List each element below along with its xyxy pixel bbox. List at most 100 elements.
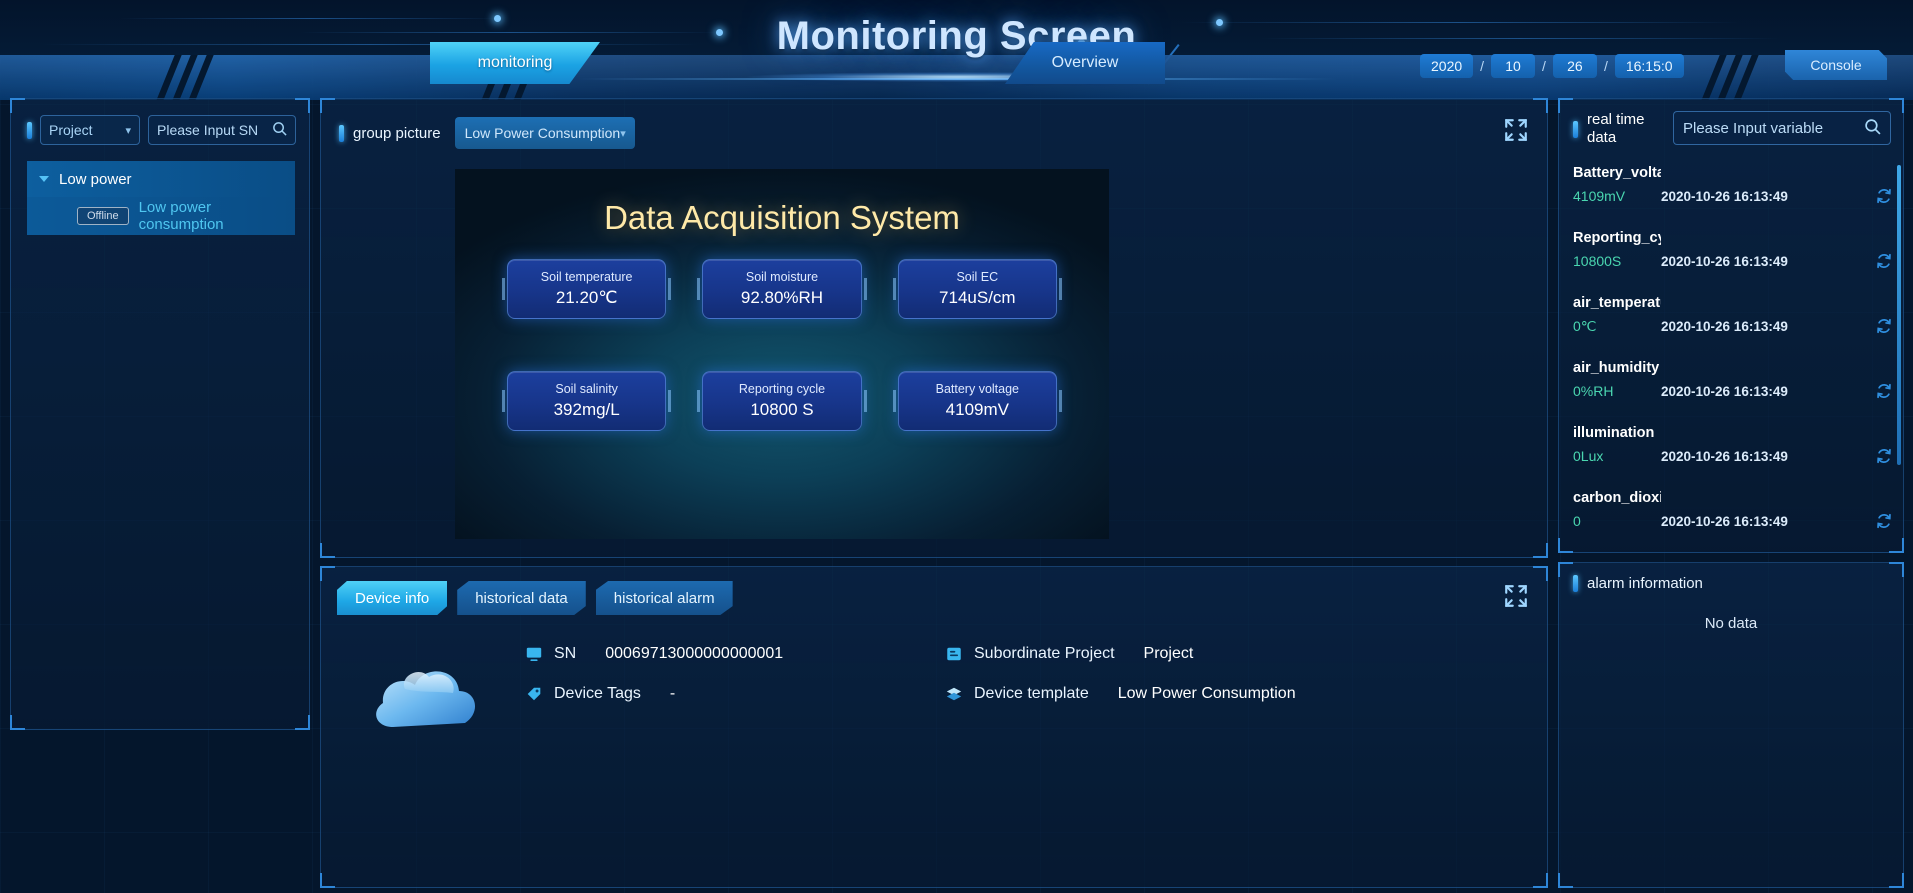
- datetime-month[interactable]: 10: [1491, 54, 1535, 78]
- field-device-tags-value: -: [670, 685, 675, 703]
- metric-card-label: Soil salinity: [555, 382, 618, 396]
- realtime-variable-row[interactable]: illumination 0Lux 2020-10-26 16:13:49: [1573, 425, 1893, 490]
- tab-device-info-label: Device info: [355, 590, 429, 607]
- datetime-year[interactable]: 2020: [1420, 54, 1473, 78]
- chevron-down-icon[interactable]: [39, 176, 49, 182]
- realtime-variable-list: Battery_voltage 4109mV 2020-10-26 16:13:…: [1573, 165, 1893, 546]
- metric-card[interactable]: Reporting cycle 10800 S: [702, 371, 861, 431]
- refresh-icon[interactable]: [1875, 512, 1893, 530]
- chevron-down-icon: ▾: [125, 124, 131, 137]
- realtime-variable-row[interactable]: Battery_voltage 4109mV 2020-10-26 16:13:…: [1573, 165, 1893, 230]
- device-info-tabs: Device info historical data historical a…: [337, 581, 733, 615]
- metric-card[interactable]: Soil temperature 21.20℃: [507, 259, 666, 319]
- search-icon[interactable]: [1864, 118, 1881, 139]
- metric-card-label: Soil temperature: [541, 270, 633, 284]
- group-select-value: Low Power Consumption: [465, 125, 621, 141]
- device-tree: Low power Offline Low power consumption: [27, 161, 295, 235]
- device-info-panel: Device info historical data historical a…: [320, 566, 1548, 888]
- refresh-icon[interactable]: [1875, 252, 1893, 270]
- left-panel-accent: [27, 122, 32, 139]
- project-select[interactable]: Project ▾: [40, 115, 140, 145]
- variable-name: air_temperature: [1573, 295, 1661, 311]
- realtime-variable-row[interactable]: carbon_dioxide 0 2020-10-26 16:13:49: [1573, 490, 1893, 546]
- field-device-tags: Device Tags -: [525, 685, 945, 703]
- alarm-title: alarm information: [1573, 575, 1703, 592]
- variable-value: 0Lux: [1573, 448, 1661, 464]
- datetime-sep-1: /: [1473, 58, 1491, 74]
- field-sn: SN 00069713000000000001: [525, 645, 945, 663]
- group-picture-panel: group picture Low Power Consumption ▾ Da…: [320, 98, 1548, 558]
- variable-timestamp: 2020-10-26 16:13:49: [1661, 449, 1788, 464]
- chevron-down-icon: ▾: [620, 127, 626, 140]
- metric-card[interactable]: Soil salinity 392mg/L: [507, 371, 666, 431]
- datetime-day[interactable]: 26: [1553, 54, 1597, 78]
- layers-icon: [945, 685, 963, 703]
- variable-name: air_humidity: [1573, 360, 1661, 376]
- realtime-title-label: real time data: [1587, 111, 1665, 147]
- group-picture-title: group picture: [339, 125, 441, 142]
- refresh-icon[interactable]: [1875, 447, 1893, 465]
- tree-item-label: Low power consumption: [139, 199, 295, 233]
- variable-name: illumination: [1573, 425, 1661, 441]
- header-slash-right: [1700, 55, 1790, 100]
- field-sn-label: SN: [554, 645, 576, 663]
- tab-historical-alarm-label: historical alarm: [614, 590, 715, 607]
- metric-card[interactable]: Battery voltage 4109mV: [898, 371, 1057, 431]
- metric-card-label: Battery voltage: [936, 382, 1019, 396]
- metric-card-value: 4109mV: [946, 400, 1009, 420]
- alarm-information-panel: alarm information No data: [1558, 562, 1904, 888]
- device-info-column-right: Subordinate Project Project Device templ…: [945, 645, 1296, 879]
- tab-overview-label: Overview: [1052, 54, 1119, 72]
- variable-timestamp: 2020-10-26 16:13:49: [1661, 319, 1788, 334]
- variable-value: 4109mV: [1573, 188, 1661, 204]
- realtime-scrollbar[interactable]: [1897, 165, 1901, 465]
- tag-icon: [525, 685, 543, 703]
- variable-timestamp: 2020-10-26 16:13:49: [1661, 384, 1788, 399]
- realtime-header: real time data Please Input variable: [1573, 111, 1891, 147]
- variable-timestamp: 2020-10-26 16:13:49: [1661, 254, 1788, 269]
- variable-value: 0℃: [1573, 318, 1661, 335]
- fullscreen-expand-icon[interactable]: [1503, 583, 1529, 609]
- field-sn-value: 00069713000000000001: [605, 645, 783, 663]
- group-select[interactable]: Low Power Consumption ▾: [455, 117, 635, 149]
- metric-card-label: Soil EC: [956, 270, 998, 284]
- tree-group-low-power[interactable]: Low power: [27, 161, 295, 197]
- search-icon[interactable]: [272, 121, 287, 139]
- tab-historical-data[interactable]: historical data: [457, 581, 586, 615]
- variable-name: Reporting_cycle: [1573, 230, 1661, 246]
- realtime-variable-row[interactable]: Reporting_cycle 10800S 2020-10-26 16:13:…: [1573, 230, 1893, 295]
- variable-search-input[interactable]: Please Input variable: [1673, 111, 1891, 145]
- tab-active-underline: [359, 616, 423, 619]
- refresh-icon[interactable]: [1875, 187, 1893, 205]
- tree-item-low-power-consumption[interactable]: Offline Low power consumption: [27, 197, 295, 235]
- refresh-icon[interactable]: [1875, 317, 1893, 335]
- app-header: Monitoring Screen monitoring Overview 20…: [0, 0, 1913, 100]
- device-info-body: SN 00069713000000000001 Device Tags -: [347, 633, 1527, 879]
- fullscreen-expand-icon[interactable]: [1503, 117, 1529, 143]
- metric-card-label: Reporting cycle: [739, 382, 825, 396]
- group-picture-title-label: group picture: [353, 125, 441, 142]
- device-info-fields: SN 00069713000000000001 Device Tags -: [485, 633, 1527, 879]
- metric-card[interactable]: Soil EC 714uS/cm: [898, 259, 1057, 319]
- tab-historical-data-label: historical data: [475, 590, 568, 607]
- device-info-column-left: SN 00069713000000000001 Device Tags -: [525, 645, 945, 879]
- sn-search-placeholder: Please Input SN: [157, 122, 258, 138]
- console-button-label: Console: [1810, 57, 1861, 73]
- variable-timestamp: 2020-10-26 16:13:49: [1661, 514, 1788, 529]
- variable-name: carbon_dioxide: [1573, 490, 1661, 506]
- metric-card[interactable]: Soil moisture 92.80%RH: [702, 259, 861, 319]
- datetime-display[interactable]: 2020 / 10 / 26 / 16:15:0: [1420, 52, 1684, 80]
- acquisition-stage: Data Acquisition System Soil temperature…: [455, 169, 1109, 539]
- realtime-variable-row[interactable]: air_temperature 0℃ 2020-10-26 16:13:49: [1573, 295, 1893, 360]
- project-select-value: Project: [49, 122, 93, 138]
- device-filter-row: Project ▾ Please Input SN: [27, 115, 296, 145]
- console-button[interactable]: Console: [1785, 50, 1887, 80]
- realtime-variable-row[interactable]: air_humidity 0%RH 2020-10-26 16:13:49: [1573, 360, 1893, 425]
- sn-search-input[interactable]: Please Input SN: [148, 115, 296, 145]
- tab-device-info[interactable]: Device info: [337, 581, 447, 615]
- tab-historical-alarm[interactable]: historical alarm: [596, 581, 733, 615]
- refresh-icon[interactable]: [1875, 382, 1893, 400]
- metric-card-value: 92.80%RH: [741, 288, 823, 308]
- realtime-title: real time data: [1573, 111, 1665, 147]
- datetime-time[interactable]: 16:15:0: [1615, 54, 1684, 78]
